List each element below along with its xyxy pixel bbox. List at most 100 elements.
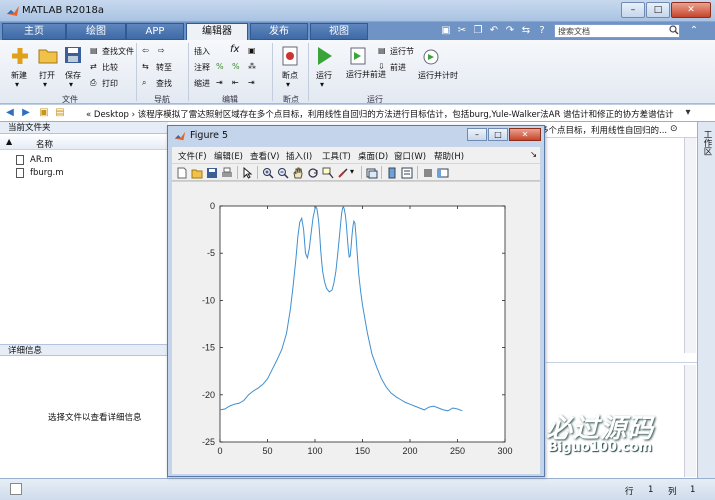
- chevron-down-icon[interactable]: ▾: [286, 80, 290, 89]
- menu-dock-icon[interactable]: ↘: [530, 150, 537, 160]
- indent-icon[interactable]: ⇥: [216, 78, 223, 87]
- run-section-button[interactable]: 运行节: [390, 46, 414, 57]
- redo-icon[interactable]: ↷: [504, 25, 516, 37]
- search-icon[interactable]: [669, 25, 679, 35]
- pan-hand-icon[interactable]: [292, 167, 304, 179]
- show-plot-tools-icon[interactable]: [437, 167, 449, 179]
- insert-button[interactable]: 插入: [194, 46, 210, 57]
- insert-icon[interactable]: ▣: [248, 46, 256, 55]
- open-file-icon[interactable]: [191, 167, 203, 179]
- path-dropdown-icon[interactable]: ▾: [682, 107, 694, 119]
- new-figure-icon[interactable]: [176, 167, 188, 179]
- editor-tab-title[interactable]: 多个点目标，利用线性自回归的...: [540, 124, 667, 136]
- uncomment-icon[interactable]: %: [232, 62, 240, 71]
- menu-desktop[interactable]: 桌面(D): [358, 150, 388, 162]
- figure-minimize-button[interactable]: –: [467, 128, 487, 141]
- back-arrow-icon[interactable]: ◀: [4, 107, 16, 119]
- find-files-button[interactable]: 查找文件: [102, 46, 134, 57]
- tab-plots[interactable]: 绘图: [66, 23, 126, 40]
- new-icon[interactable]: [10, 46, 30, 66]
- minimize-button[interactable]: –: [621, 2, 645, 18]
- workspace-side-tab[interactable]: 工作区: [697, 122, 715, 490]
- workspace-tab-label[interactable]: 工作区: [701, 130, 713, 156]
- menu-tools[interactable]: 工具(T): [322, 150, 351, 162]
- run-time-icon[interactable]: [422, 46, 440, 66]
- figure-close-button[interactable]: ✕: [509, 128, 541, 141]
- figure-window[interactable]: Figure 5 – □ ✕ 文件(F) 编辑(E) 查看(V) 插入(I) 工…: [167, 125, 545, 477]
- chevron-down-icon[interactable]: ▾: [320, 80, 324, 89]
- comment-icon[interactable]: %: [216, 62, 224, 71]
- switch-window-icon[interactable]: ⇆: [520, 25, 532, 37]
- search-input[interactable]: 搜索文档: [554, 24, 680, 38]
- tab-view[interactable]: 视图: [310, 23, 368, 40]
- tab-editor[interactable]: 编辑器: [186, 23, 248, 40]
- tab-home[interactable]: 主页: [2, 23, 66, 40]
- file-item-ar[interactable]: AR.m: [30, 155, 52, 165]
- nav-back-icon[interactable]: ⇦: [142, 46, 149, 55]
- tab-publish[interactable]: 发布: [250, 23, 308, 40]
- compare-button[interactable]: 比较: [102, 62, 118, 73]
- colorbar-icon[interactable]: [386, 167, 398, 179]
- find-button[interactable]: 查找: [156, 78, 172, 89]
- m-file-icon: [16, 168, 24, 178]
- collapse-ribbon-icon[interactable]: ⌃: [688, 25, 700, 37]
- legend-icon[interactable]: [401, 167, 413, 179]
- brush-icon[interactable]: [337, 167, 349, 179]
- zoom-out-icon[interactable]: [277, 167, 289, 179]
- save-figure-icon[interactable]: [206, 167, 218, 179]
- wrap-icon[interactable]: ⁂: [248, 62, 256, 71]
- close-button[interactable]: ✕: [671, 2, 711, 18]
- print-figure-icon[interactable]: [221, 167, 233, 179]
- chevron-down-icon[interactable]: ▾: [43, 80, 47, 89]
- breakpoints-icon[interactable]: [282, 46, 298, 66]
- hide-plot-tools-icon[interactable]: [422, 167, 434, 179]
- nav-forward-icon[interactable]: ⇨: [158, 46, 165, 55]
- maximize-button[interactable]: □: [646, 2, 670, 18]
- link-plot-icon[interactable]: [366, 167, 378, 179]
- goto-button[interactable]: 转至: [156, 62, 172, 73]
- run-icon[interactable]: [316, 46, 334, 66]
- tab-apps[interactable]: APP: [126, 23, 184, 40]
- indent-button[interactable]: 缩进: [194, 78, 210, 89]
- menu-file[interactable]: 文件(F): [178, 150, 207, 162]
- print-button[interactable]: 打印: [102, 78, 118, 89]
- save-quick-icon[interactable]: ▣: [440, 25, 452, 37]
- panel-menu-icon[interactable]: ⊙: [670, 124, 678, 134]
- data-cursor-icon[interactable]: [322, 167, 334, 179]
- rotate-3d-icon[interactable]: [307, 167, 319, 179]
- function-fx-icon[interactable]: fx: [230, 44, 239, 55]
- undo-icon[interactable]: ↶: [488, 25, 500, 37]
- menu-edit[interactable]: 编辑(E): [214, 150, 243, 162]
- outdent-icon[interactable]: ⇥: [248, 78, 255, 87]
- file-list-header[interactable]: ▲ 名称: [0, 136, 168, 150]
- smart-indent-icon[interactable]: ⇤: [232, 78, 239, 87]
- comment-button[interactable]: 注释: [194, 62, 210, 73]
- figure-maximize-button[interactable]: □: [488, 128, 508, 141]
- advance-button[interactable]: 前进: [390, 62, 406, 73]
- editor-scrollbar[interactable]: [684, 138, 696, 353]
- run-advance-button[interactable]: 运行并前进: [346, 70, 386, 79]
- select-pointer-icon[interactable]: [242, 167, 254, 179]
- open-folder-icon[interactable]: [38, 46, 58, 64]
- menu-view[interactable]: 查看(V): [250, 150, 279, 162]
- file-item-fburg[interactable]: fburg.m: [30, 168, 64, 178]
- name-column-header[interactable]: 名称: [36, 138, 53, 150]
- run-advance-icon[interactable]: [349, 46, 367, 66]
- cut-icon[interactable]: ✂: [456, 25, 468, 37]
- help-icon[interactable]: ?: [536, 25, 548, 37]
- zoom-in-icon[interactable]: [262, 167, 274, 179]
- menu-insert[interactable]: 插入(I): [286, 150, 312, 162]
- folder-up-icon[interactable]: ▣: [38, 107, 50, 119]
- chevron-down-icon[interactable]: ▾: [69, 80, 73, 89]
- forward-arrow-icon[interactable]: ▶: [20, 107, 32, 119]
- menu-help[interactable]: 帮助(H): [434, 150, 464, 162]
- copy-icon[interactable]: ❐: [472, 25, 484, 37]
- run-time-button[interactable]: 运行并计时: [418, 70, 458, 81]
- line-chart[interactable]: 0 50 100 150 200 250 300 0 -5 -10 -15 -20 -25: [172, 182, 540, 474]
- chevron-down-icon[interactable]: ▾: [15, 80, 19, 89]
- chevron-down-icon[interactable]: ▾: [350, 167, 354, 176]
- browse-folder-icon[interactable]: ▤: [54, 107, 66, 119]
- save-icon[interactable]: [64, 46, 82, 64]
- menu-window[interactable]: 窗口(W): [394, 150, 426, 162]
- current-path[interactable]: « Desktop › 该程序模拟了雷达照射区域存在多个点目标，利用线性自回归的…: [86, 108, 674, 120]
